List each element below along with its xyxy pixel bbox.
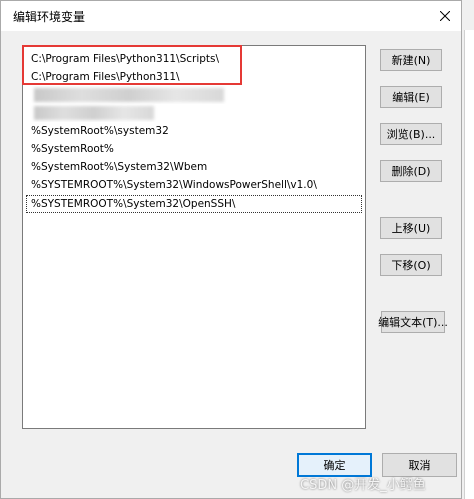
new-button[interactable]: 新建(N) [380, 49, 442, 71]
close-button[interactable] [429, 1, 461, 31]
redaction-blur [34, 88, 224, 102]
delete-button[interactable]: 删除(D) [380, 160, 442, 182]
move-down-button[interactable]: 下移(O) [380, 254, 442, 276]
list-item[interactable]: C:\Program Files\Python311\ [26, 68, 362, 86]
edit-env-variable-dialog: 编辑环境变量 C:\Program Files\Python311\Script… [0, 0, 462, 499]
watermark: CSDN @开发_小鳄鱼 [300, 478, 426, 493]
list-item[interactable]: %SystemRoot% [26, 140, 362, 158]
browse-button[interactable]: 浏览(B)... [380, 123, 442, 145]
title-bar[interactable]: 编辑环境变量 [1, 1, 461, 31]
close-icon [440, 11, 450, 21]
list-item[interactable]: %SYSTEMROOT%\System32\WindowsPowerShell\… [26, 176, 362, 194]
dialog-title: 编辑环境变量 [13, 10, 86, 24]
background-window-edge [464, 30, 474, 499]
redaction-blur [34, 106, 154, 120]
list-item-redacted[interactable] [26, 104, 362, 122]
list-item[interactable]: C:\Program Files\Python311\Scripts\ [26, 50, 362, 68]
list-item-redacted[interactable] [26, 86, 362, 104]
list-item[interactable]: %SystemRoot%\System32\Wbem [26, 158, 362, 176]
edit-button[interactable]: 编辑(E) [380, 86, 442, 108]
edit-text-button[interactable]: 编辑文本(T)... [378, 311, 448, 333]
move-up-button[interactable]: 上移(U) [380, 217, 442, 239]
path-list[interactable]: C:\Program Files\Python311\Scripts\ C:\P… [22, 45, 366, 429]
list-item-selected[interactable]: %SYSTEMROOT%\System32\OpenSSH\ [26, 195, 362, 213]
list-item[interactable]: %SystemRoot%\system32 [26, 122, 362, 140]
